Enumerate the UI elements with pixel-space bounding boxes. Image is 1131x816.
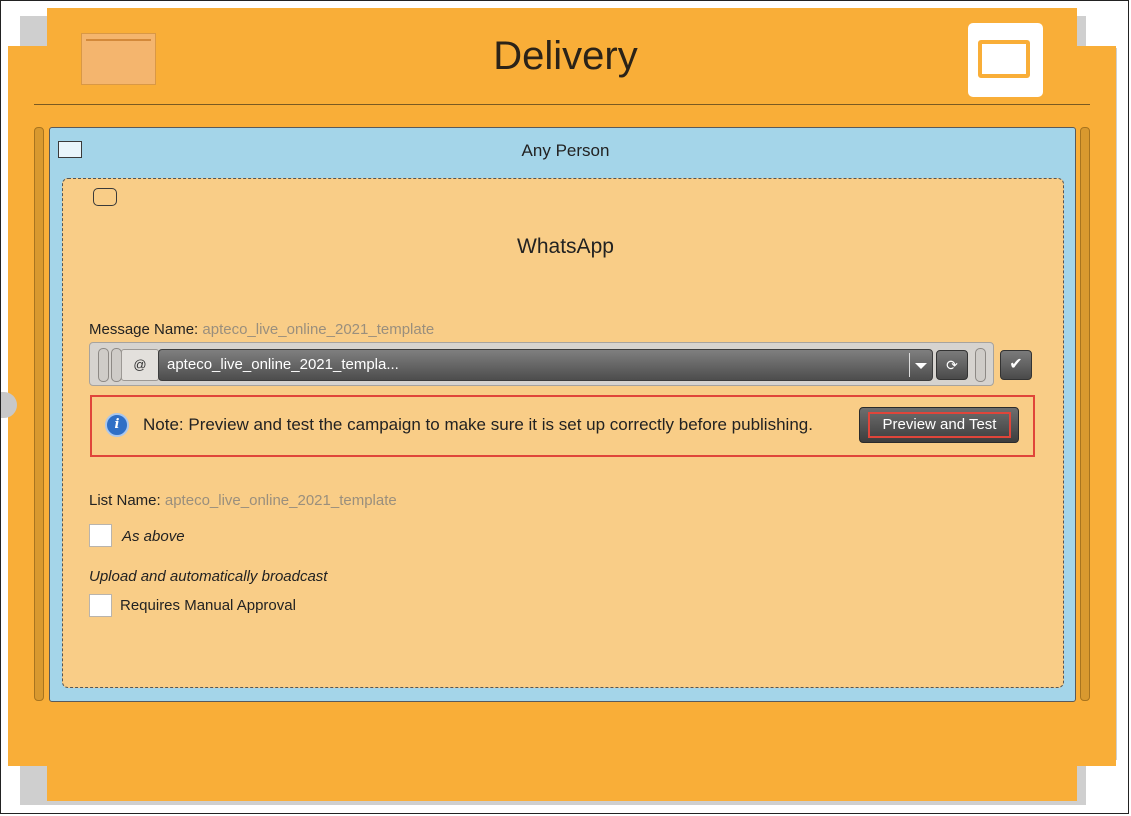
list-name-value: apteco_live_online_2021_template: [164, 492, 397, 509]
message-name-value: apteco_live_online_2021_template: [202, 321, 435, 338]
right-side-bar: [1080, 127, 1090, 701]
list-name-label: List Name:: [89, 492, 161, 509]
requires-approval-checkbox[interactable]: [89, 594, 112, 617]
info-icon: i: [105, 413, 129, 437]
message-name-label: Message Name:: [89, 321, 199, 338]
confirm-button[interactable]: ✔: [1000, 350, 1032, 380]
header-divider: [34, 104, 1090, 105]
list-name-field: List Name: apteco_live_online_2021_templ…: [89, 492, 397, 509]
message-name-field: Message Name: apteco_live_online_2021_te…: [89, 321, 434, 338]
at-icon: @: [121, 349, 159, 381]
preview-and-test-label: Preview and Test: [868, 412, 1011, 438]
as-above-checkbox[interactable]: [89, 524, 112, 547]
message-select[interactable]: apteco_live_online_2021_templa...: [158, 349, 933, 381]
window-icon[interactable]: [968, 23, 1043, 97]
message-select-value: apteco_live_online_2021_templa...: [167, 356, 399, 373]
audience-title: Any Person: [521, 141, 610, 160]
chevron-down-icon[interactable]: [909, 353, 931, 377]
requires-approval-label: Requires Manual Approval: [120, 597, 296, 614]
note-text: Note: Preview and test the campaign to m…: [143, 415, 813, 434]
as-above-label: As above: [122, 528, 185, 545]
left-side-bar: [34, 127, 44, 701]
channel-icon: [93, 188, 117, 206]
channel-title: WhatsApp: [517, 235, 614, 258]
preview-and-test-button[interactable]: Preview and Test: [859, 407, 1019, 443]
upload-broadcast-label: Upload and automatically broadcast: [89, 568, 328, 585]
page-title: Delivery: [493, 34, 638, 78]
selector-right-cap: [975, 348, 986, 382]
selector-left-cap: [98, 348, 109, 382]
refresh-button[interactable]: ⟳: [936, 350, 968, 380]
